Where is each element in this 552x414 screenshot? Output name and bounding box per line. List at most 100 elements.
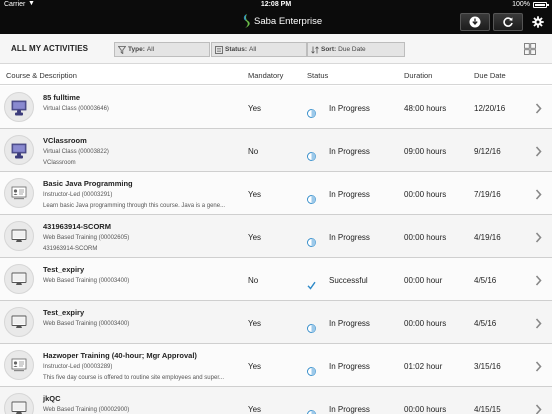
activity-list: 85 fulltime Virtual Class (00003646) Yes In… (0, 86, 552, 414)
virtual-class-icon (4, 135, 34, 165)
status-value: Successful (329, 276, 368, 285)
in-progress-icon (307, 148, 316, 161)
activity-title: jkQC (43, 394, 61, 403)
activity-title: Test_expiry (43, 265, 85, 274)
table-row[interactable]: Test_expiry Web Based Training (00003400)… (0, 301, 552, 344)
status-filter[interactable]: Status: All (211, 42, 307, 57)
web-training-icon (4, 264, 34, 294)
in-progress-icon (307, 406, 316, 414)
activity-description: 431963914-SCORM (43, 246, 98, 252)
activity-type: Instructor-Led (00003291) (43, 192, 113, 198)
mandatory-value: Yes (248, 233, 262, 242)
type-filter-value: All (146, 46, 155, 53)
activity-type: Virtual Class (00003646) (43, 106, 109, 112)
settings-button[interactable] (526, 13, 550, 31)
table-row[interactable]: Basic Java Programming Instructor-Led (00… (0, 172, 552, 215)
download-button[interactable] (460, 13, 490, 31)
activity-type: Web Based Training (00003400) (43, 321, 130, 327)
brand-name: Saba Enterprise (254, 15, 323, 27)
status-filter-value: All (249, 46, 257, 53)
header-due-date: Due Date (474, 71, 506, 80)
table-row[interactable]: 431963914-SCORM Web Based Training (00002… (0, 215, 552, 258)
status-value: In Progress (329, 405, 370, 414)
page-title: ALL MY ACTIVITIES (11, 44, 89, 53)
chevron-right-icon[interactable] (535, 232, 542, 243)
activity-title: 431963914-SCORM (43, 222, 111, 231)
funnel-icon (118, 45, 126, 54)
chevron-right-icon[interactable] (535, 189, 542, 200)
status-filter-icon (215, 45, 223, 54)
status-value: In Progress (329, 319, 370, 328)
table-row[interactable]: Hazwoper Training (40-hour; Mgr Approval… (0, 344, 552, 387)
activity-description: Learn basic Java programming through thi… (43, 203, 226, 209)
mandatory-value: No (248, 276, 259, 285)
virtual-class-icon (4, 92, 34, 122)
chevron-right-icon[interactable] (535, 361, 542, 372)
due-date-value: 9/12/16 (474, 147, 501, 156)
type-filter-label: Type: (128, 46, 145, 53)
activity-title: Basic Java Programming (43, 179, 133, 188)
refresh-button[interactable] (493, 13, 523, 31)
duration-value: 01:02 hour (404, 362, 443, 371)
table-row[interactable]: VClassroom Virtual Class (00003822) VClass… (0, 129, 552, 172)
sort-filter[interactable]: Sort: Due Date (307, 42, 405, 57)
in-progress-icon (307, 363, 316, 376)
due-date-value: 7/19/16 (474, 190, 501, 199)
gear-icon (532, 16, 544, 28)
instructor-led-icon (4, 350, 34, 380)
status-value: In Progress (329, 104, 370, 113)
duration-value: 00:00 hours (404, 405, 447, 414)
duration-value: 09:00 hours (404, 147, 447, 156)
grid-view-icon[interactable] (524, 43, 536, 55)
table-row[interactable]: Test_expiry Web Based Training (00003400)… (0, 258, 552, 301)
activity-type: Web Based Training (00002605) (43, 235, 130, 241)
chevron-right-icon[interactable] (535, 318, 542, 329)
chevron-right-icon[interactable] (535, 404, 542, 414)
header-status: Status (307, 71, 329, 80)
duration-value: 00:00 hours (404, 319, 447, 328)
type-filter[interactable]: Type: All (114, 42, 210, 57)
status-filter-label: Status: (225, 46, 248, 53)
due-date-value: 12/20/16 (474, 104, 506, 113)
device-status-bar: Carrier ▼ 12:08 PM 100% (0, 0, 552, 10)
chevron-right-icon[interactable] (535, 146, 542, 157)
status-value: In Progress (329, 190, 370, 199)
due-date-value: 3/15/16 (474, 362, 501, 371)
sort-filter-label: Sort: (321, 46, 337, 53)
download-icon (469, 16, 481, 28)
activity-title: VClassroom (43, 136, 87, 145)
mandatory-value: Yes (248, 319, 262, 328)
mandatory-value: Yes (248, 190, 262, 199)
web-training-icon (4, 307, 34, 337)
filter-bar: ALL MY ACTIVITIES Type: All Status: All … (0, 34, 552, 64)
activity-description: This five day course is offered to routi… (43, 375, 224, 381)
web-training-icon (4, 221, 34, 251)
activity-title: 85 fulltime (43, 93, 81, 102)
activity-type: Web Based Training (00002900) (43, 407, 130, 413)
chevron-right-icon[interactable] (535, 103, 542, 114)
in-progress-icon (307, 234, 316, 247)
status-value: In Progress (329, 233, 370, 242)
activity-type: Virtual Class (00003822) (43, 149, 109, 155)
activity-description: VClassroom (43, 160, 76, 166)
in-progress-icon (307, 105, 316, 118)
clock: 12:08 PM (260, 1, 292, 8)
chevron-right-icon[interactable] (535, 275, 542, 286)
sort-filter-value: Due Date (338, 46, 366, 53)
duration-value: 00:00 hours (404, 233, 447, 242)
due-date-value: 4/15/15 (474, 405, 501, 414)
duration-value: 48:00 hours (404, 104, 447, 113)
brand: Saba Enterprise (242, 14, 322, 28)
mandatory-value: No (248, 147, 259, 156)
sort-icon (311, 45, 319, 54)
status-value: In Progress (329, 362, 370, 371)
battery-icon (533, 2, 549, 8)
table-row[interactable]: 85 fulltime Virtual Class (00003646) Yes In… (0, 86, 552, 129)
table-row[interactable]: jkQC Web Based Training (00002900) Yes In P… (0, 387, 552, 414)
activity-type: Web Based Training (00003400) (43, 278, 130, 284)
mandatory-value: Yes (248, 362, 262, 371)
activity-title: Hazwoper Training (40-hour; Mgr Approval… (43, 351, 197, 360)
duration-value: 00:00 hour (404, 276, 443, 285)
status-value: In Progress (329, 147, 370, 156)
table-header: Course & Description Mandatory Status Du… (0, 65, 552, 85)
